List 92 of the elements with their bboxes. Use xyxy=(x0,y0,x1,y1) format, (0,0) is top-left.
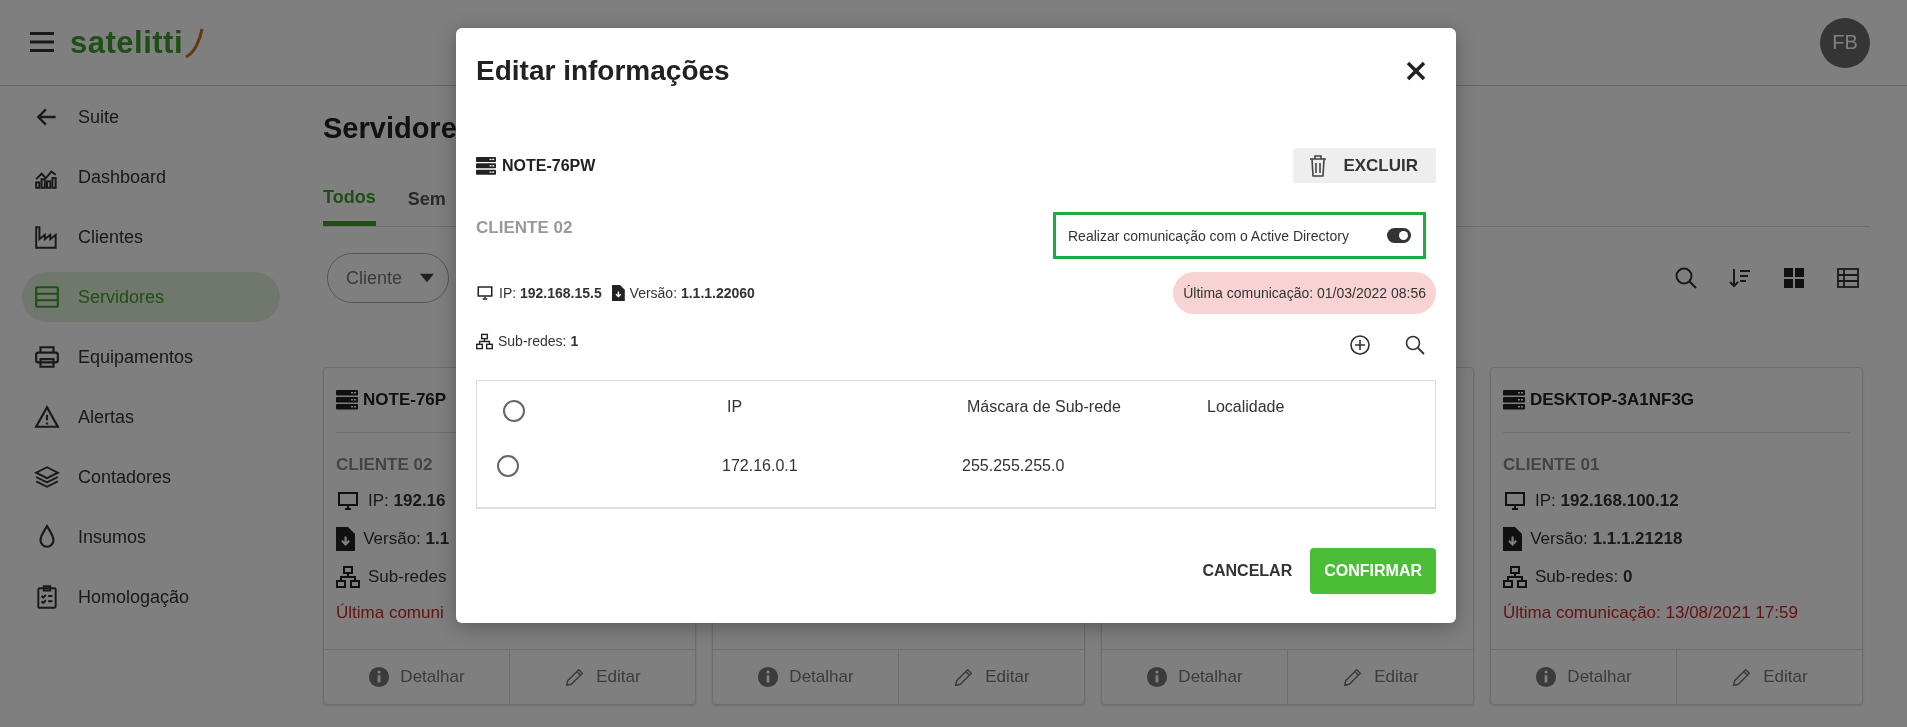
info-text: Sub-redes: 0 xyxy=(1535,567,1633,587)
edit-button[interactable]: Editar xyxy=(898,650,1084,704)
network-icon xyxy=(476,332,493,350)
search-button[interactable] xyxy=(1404,334,1426,356)
sidebar-item[interactable]: Alertas xyxy=(22,392,280,442)
radio-button[interactable] xyxy=(503,400,525,422)
monitor-icon xyxy=(476,284,494,302)
ip-text: IP: 192.168.15.5 xyxy=(499,285,602,301)
server-icon xyxy=(336,389,358,411)
search-icon xyxy=(1404,334,1426,356)
sort-button[interactable] xyxy=(1728,266,1752,290)
printer-icon xyxy=(34,344,60,370)
toggle-label: Realizar comunicação com o Active Directory xyxy=(1068,227,1349,244)
sidebar-item[interactable]: Dashboard xyxy=(22,152,280,202)
edit-button[interactable]: Editar xyxy=(1676,650,1862,704)
trash-icon xyxy=(1309,154,1328,177)
toggle-switch[interactable] xyxy=(1387,228,1411,243)
file-download-icon xyxy=(1503,527,1523,551)
grid-view-button[interactable] xyxy=(1782,266,1806,290)
sidebar-item[interactable]: Homologação xyxy=(22,572,280,622)
info-icon xyxy=(1535,666,1558,688)
cancel-button[interactable]: CANCELAR xyxy=(1202,562,1293,580)
layers-icon xyxy=(34,464,60,490)
file-download-icon xyxy=(336,527,356,551)
warning-icon xyxy=(34,404,60,430)
table-cell-text: 255.255.255.0 xyxy=(962,457,1066,475)
info-text: Sub-redes xyxy=(368,567,447,587)
server-name: DESKTOP-3A1NF3G xyxy=(1530,390,1695,410)
sidebar-item[interactable]: Contadores xyxy=(22,452,280,502)
radio-button[interactable] xyxy=(497,455,519,477)
dialog-title: Editar informações xyxy=(476,55,730,87)
server-name: NOTE-76PW xyxy=(502,156,596,175)
avatar[interactable]: FB xyxy=(1820,17,1870,68)
logo: satelitti xyxy=(70,24,184,61)
details-button[interactable]: Detalhar xyxy=(713,650,898,704)
server-icon xyxy=(34,284,60,310)
server-name: NOTE-76P xyxy=(363,390,447,410)
delete-button[interactable]: EXCLUIR xyxy=(1293,148,1436,183)
confirm-button[interactable]: CONFIRMAR xyxy=(1310,548,1436,594)
client-name: CLIENTE 02 xyxy=(476,217,573,238)
info-text: Versão: 1.1 xyxy=(363,529,450,549)
sidebar-item[interactable]: Suite xyxy=(22,92,280,142)
plus-circle-icon xyxy=(1349,334,1371,356)
last-communication: Última comunicação: 13/08/2021 17:59 xyxy=(1503,603,1798,623)
menu-icon xyxy=(30,31,54,52)
subnets-text: Sub-redes: 1 xyxy=(498,333,579,349)
sidebar-item[interactable]: Clientes xyxy=(22,212,280,262)
info-icon xyxy=(1146,666,1169,688)
monitor-icon xyxy=(1503,489,1527,513)
network-icon xyxy=(336,565,360,589)
info-icon xyxy=(757,666,780,688)
details-button[interactable]: Detalhar xyxy=(1491,650,1676,704)
info-text: Versão: 1.1.1.21218 xyxy=(1530,529,1683,549)
menu-button[interactable] xyxy=(30,31,54,54)
version-text: Versão: 1.1.1.22060 xyxy=(629,285,755,301)
page-title: Servidore xyxy=(323,111,457,146)
sort-icon xyxy=(1728,266,1752,290)
client-filter-dropdown[interactable]: Cliente xyxy=(327,253,449,303)
info-icon xyxy=(368,666,391,688)
last-communication: Última comuni xyxy=(336,603,444,623)
server-icon xyxy=(1503,389,1525,411)
close-icon xyxy=(1405,60,1427,82)
client-name: CLIENTE 01 xyxy=(1503,455,1600,475)
list-view-button[interactable] xyxy=(1836,266,1860,290)
info-text: IP: 192.168.100.12 xyxy=(1535,491,1679,511)
sidebar-item[interactable]: Insumos xyxy=(22,512,280,562)
details-button[interactable]: Detalhar xyxy=(324,650,509,704)
tab[interactable]: Sem xyxy=(407,170,446,226)
caret-icon xyxy=(420,273,434,283)
clipboard-icon xyxy=(34,584,60,610)
search-icon xyxy=(1674,266,1698,290)
tab[interactable]: Todos xyxy=(323,170,376,226)
details-button[interactable]: Detalhar xyxy=(1102,650,1287,704)
column-header: IP xyxy=(727,398,744,417)
monitor-icon xyxy=(336,489,360,513)
column-header: Localidade xyxy=(1207,398,1286,417)
sidebar-item[interactable]: Servidores xyxy=(22,272,280,322)
client-name: CLIENTE 02 xyxy=(336,455,433,475)
file-download-icon xyxy=(611,285,625,301)
info-text: IP: 192.16 xyxy=(368,491,446,511)
close-button[interactable] xyxy=(1405,60,1427,82)
last-communication-badge: Última comunicação: 01/03/2022 08:56 xyxy=(1173,272,1436,314)
edit-button[interactable]: Editar xyxy=(1287,650,1473,704)
edit-button[interactable]: Editar xyxy=(509,650,695,704)
table-icon xyxy=(1836,266,1860,290)
sidebar-item[interactable]: Equipamentos xyxy=(22,332,280,382)
add-subnet-button[interactable] xyxy=(1349,334,1371,356)
network-icon xyxy=(1503,565,1527,589)
factory-icon xyxy=(34,224,60,250)
grid-icon xyxy=(1782,266,1806,290)
server-icon xyxy=(476,155,496,176)
column-header: Máscara de Sub-rede xyxy=(967,398,1122,417)
